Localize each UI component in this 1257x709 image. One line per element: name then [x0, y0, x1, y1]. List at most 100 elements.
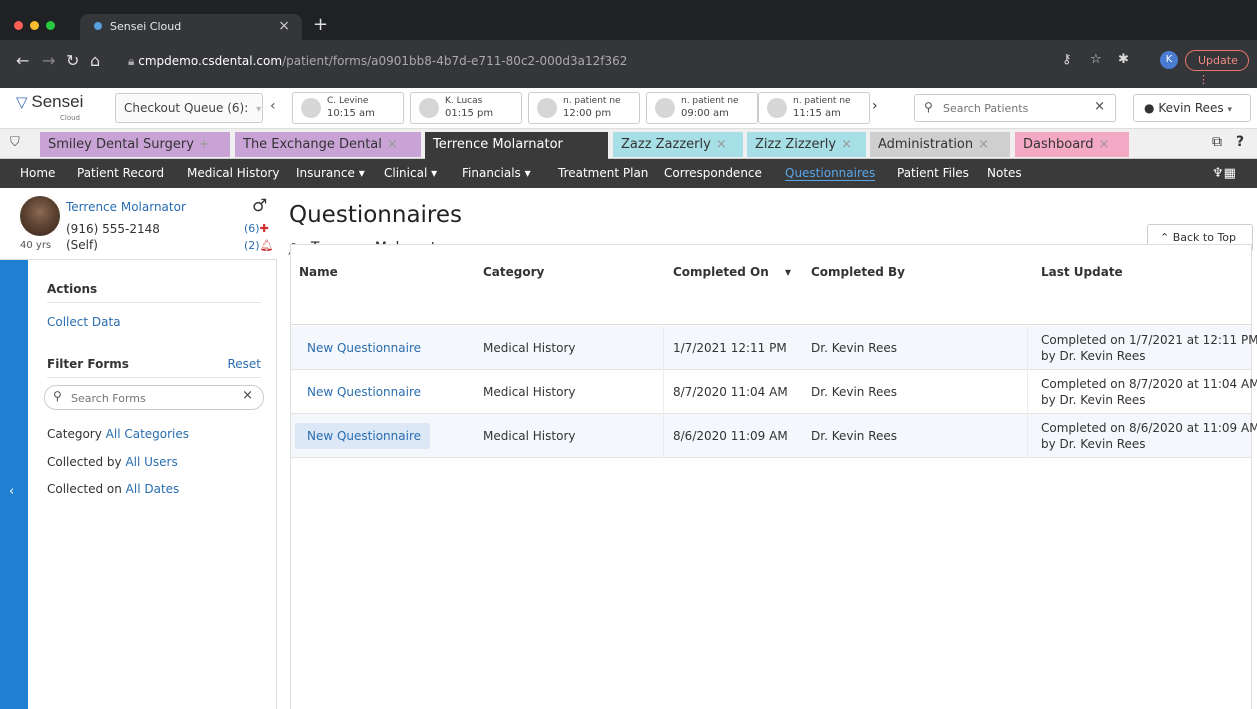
chevron-up-icon: ⌃ — [1160, 231, 1170, 244]
close-tab-icon[interactable]: × — [278, 18, 290, 34]
search-icon: ⚲ — [53, 389, 62, 403]
user-menu[interactable]: ● Kevin Rees ▾ — [1133, 94, 1251, 122]
forms-search-input[interactable] — [71, 390, 231, 406]
workspace-tab[interactable]: Administration × — [870, 132, 1010, 157]
questionnaire-link[interactable]: New Questionnaire — [307, 385, 421, 399]
queue-appointment[interactable]: n. patient ne 12:00 pm — [528, 92, 640, 124]
forward-arrow-icon[interactable]: → — [42, 51, 55, 70]
calendar-icon[interactable]: ♆▦ — [1212, 166, 1236, 181]
workspace-tab[interactable]: Zizz Zizzerly × — [747, 132, 866, 157]
patient-search-input[interactable] — [943, 100, 1083, 116]
workspace-tab[interactable]: Smiley Dental Surgery + — [40, 132, 230, 157]
star-icon[interactable]: ☆ — [1090, 52, 1102, 67]
medical-alerts[interactable]: (6)✚ — [244, 222, 269, 235]
profile-avatar[interactable]: K — [1160, 51, 1178, 69]
table-row[interactable]: New Questionnaire Medical History 8/6/20… — [291, 414, 1257, 458]
workspace-tab-label: Terrence Molarnator — [433, 137, 563, 152]
questionnaire-link[interactable]: New Questionnaire — [307, 341, 421, 355]
nav-notes[interactable]: Notes — [987, 166, 1022, 180]
patient-notices[interactable]: (2)🔔︎ — [244, 239, 274, 252]
divider — [47, 377, 261, 378]
workspace-tab-label: Dashboard — [1023, 137, 1094, 152]
browser-tab[interactable]: Sensei Cloud × — [80, 14, 302, 40]
nav-clinical[interactable]: Clinical ▾ — [384, 166, 437, 180]
patient-phone: (916) 555-2148 — [66, 222, 160, 236]
clear-search-icon[interactable]: × — [242, 388, 253, 403]
collapse-sidebar-handle[interactable]: ‹ — [0, 260, 28, 709]
column-header-completed-on[interactable]: Completed On ▾ — [673, 265, 791, 279]
nav-treatment-plan[interactable]: Treatment Plan — [558, 166, 648, 180]
nav-insurance[interactable]: Insurance ▾ — [296, 166, 365, 180]
table-row[interactable]: New Questionnaire Medical History 1/7/20… — [291, 326, 1257, 370]
nav-home[interactable]: Home — [20, 166, 55, 180]
queue-appointment[interactable]: n. patient ne 11:15 am — [758, 92, 870, 124]
minimize-window-icon[interactable] — [30, 21, 39, 30]
checkout-queue-label: Checkout Queue (6): — [124, 101, 249, 115]
table-row[interactable]: New Questionnaire Medical History 8/7/20… — [291, 370, 1257, 414]
nav-correspondence[interactable]: Correspondence — [664, 166, 762, 180]
nav-patient-files[interactable]: Patient Files — [897, 166, 969, 180]
questionnaire-link[interactable]: New Questionnaire — [307, 429, 421, 443]
patient-name-link[interactable]: Terrence Molarnator — [66, 200, 186, 214]
workspace-tab-active[interactable]: Terrence Molarnator — [425, 132, 608, 159]
checkout-queue-select[interactable]: Checkout Queue (6): ▾ — [115, 93, 263, 123]
column-header-last-update[interactable]: Last Update — [1041, 265, 1123, 279]
questionnaires-table-body: Name Category Completed On ▾ Completed B… — [290, 244, 1257, 709]
workspace-tabs: ⛉ Smiley Dental Surgery + The Exchange De… — [0, 129, 1257, 159]
close-window-icon[interactable] — [14, 21, 23, 30]
update-button[interactable]: Update ⋮ — [1185, 50, 1249, 86]
column-header-completed-by[interactable]: Completed By — [811, 265, 905, 279]
clear-search-icon[interactable]: × — [1094, 99, 1105, 114]
close-tab-icon[interactable]: × — [978, 137, 989, 152]
logo-sub: Cloud — [60, 114, 80, 122]
nav-medical-history[interactable]: Medical History — [187, 166, 279, 180]
medical-alert-icon: ✚ — [259, 222, 269, 235]
reset-label[interactable]: Reset — [227, 357, 261, 371]
queue-next-icon[interactable]: › — [872, 98, 878, 114]
nav-patient-record[interactable]: Patient Record — [77, 166, 164, 180]
queue-prev-icon[interactable]: ‹ — [270, 98, 276, 114]
workspace-tab-label: Zazz Zazzerly — [621, 137, 711, 152]
patient-photo[interactable] — [20, 196, 60, 236]
zoom-window-icon[interactable] — [46, 21, 55, 30]
extensions-icon[interactable]: ✱ — [1118, 52, 1129, 67]
new-tab-icon[interactable]: + — [313, 14, 328, 35]
alerts-count: (6) — [244, 222, 260, 235]
sensei-logo[interactable]: ▽ Sensei Cloud — [16, 92, 83, 122]
queue-appointment[interactable]: n. patient ne 09:00 am — [646, 92, 758, 124]
lock-icon: 🔒︎ — [128, 54, 135, 68]
column-header-name[interactable]: Name — [299, 265, 338, 279]
appointment-time: 12:00 pm — [563, 108, 612, 119]
key-icon[interactable]: ⚷ — [1062, 52, 1072, 67]
row-completed-by: Dr. Kevin Rees — [811, 429, 898, 443]
nav-questionnaires[interactable]: Questionnaires — [785, 166, 876, 181]
appointment-time: 10:15 am — [327, 108, 375, 119]
home-icon[interactable]: ⌂ — [90, 51, 100, 70]
add-tab-icon[interactable]: + — [199, 137, 210, 152]
collected-by-value[interactable]: All Users — [125, 455, 177, 469]
reload-icon[interactable]: ↻ — [66, 51, 79, 70]
category-filter-value[interactable]: All Categories — [106, 427, 189, 441]
back-arrow-icon[interactable]: ← — [16, 51, 29, 70]
queue-appointment[interactable]: K. Lucas 01:15 pm — [410, 92, 522, 124]
windows-icon[interactable]: ⧉ — [1212, 134, 1222, 150]
column-header-category[interactable]: Category — [483, 265, 544, 279]
help-icon[interactable]: ? — [1236, 134, 1244, 150]
address-bar[interactable]: 🔒︎ cmpdemo.csdental.com/patient/forms/a0… — [128, 54, 768, 74]
collected-on-value[interactable]: All Dates — [126, 482, 180, 496]
completed-on-label: Completed On — [673, 265, 769, 279]
nav-financials[interactable]: Financials ▾ — [462, 166, 531, 180]
bell-icon: 🔔︎ — [259, 239, 274, 252]
appointment-name: C. Levine — [327, 96, 369, 106]
close-tab-icon[interactable]: × — [716, 137, 727, 152]
close-tab-icon[interactable]: × — [1099, 137, 1110, 152]
avatar — [537, 98, 557, 118]
workspace-tab[interactable]: Zazz Zazzerly × — [613, 132, 743, 157]
workspace-tab[interactable]: Dashboard × — [1015, 132, 1129, 157]
collect-data-link[interactable]: Collect Data — [47, 315, 261, 329]
workspace-tab[interactable]: The Exchange Dental × — [235, 132, 421, 157]
close-tab-icon[interactable]: × — [387, 137, 398, 152]
queue-appointment[interactable]: C. Levine 10:15 am — [292, 92, 404, 124]
close-tab-icon[interactable]: × — [841, 137, 852, 152]
appointment-name: n. patient ne — [563, 96, 621, 106]
